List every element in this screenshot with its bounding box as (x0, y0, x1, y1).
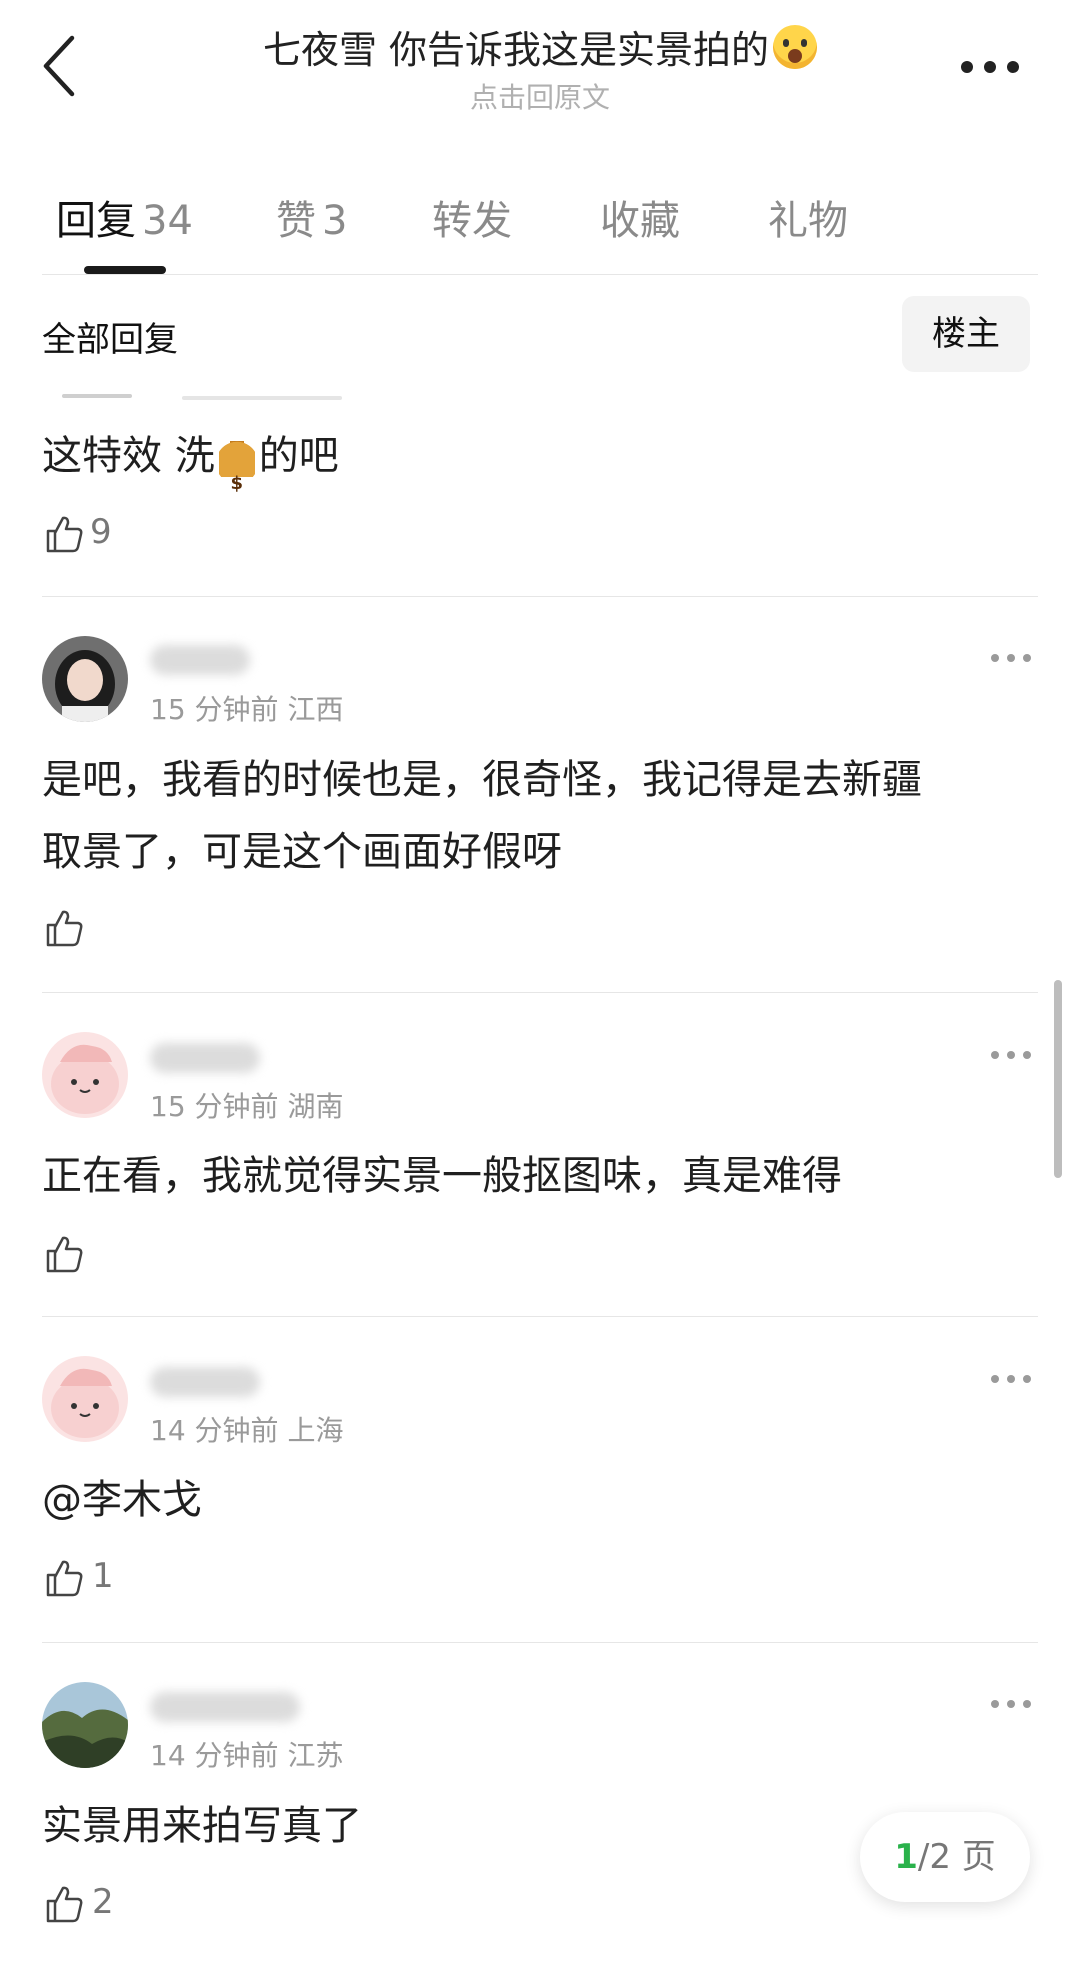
comment-location: 上海 (287, 1414, 344, 1447)
tab-replies-count: 34 (142, 198, 193, 244)
comment-more-icon[interactable] (990, 1050, 1032, 1060)
tab-replies[interactable]: 回复 34 (56, 188, 193, 246)
like-count: 1 (92, 1556, 114, 1596)
screaming-face-emoji-icon (773, 25, 818, 69)
comment-time: 14 分钟前 (150, 1414, 279, 1447)
comment-meta: 14 分钟前 上海 (150, 1409, 343, 1449)
current-page: 1 (894, 1837, 918, 1877)
scrolled-avatar-remnant (62, 394, 342, 400)
comment-divider (42, 596, 1038, 597)
tab-likes-count: 3 (322, 198, 348, 244)
active-tab-indicator (84, 266, 166, 274)
avatar[interactable] (42, 1682, 128, 1768)
scrollbar[interactable] (1054, 980, 1062, 1178)
comment-text-part: 这特效 洗 (42, 433, 215, 479)
page-title-text: 七夜雪 你告诉我这是实景拍的 (262, 28, 770, 72)
tab-reposts[interactable]: 转发 (432, 188, 512, 246)
section-title: 全部回复 (42, 320, 178, 360)
comment-location: 江西 (287, 693, 344, 726)
comment-text-part: 的吧 (258, 433, 339, 479)
thumbs-up-icon[interactable] (44, 514, 84, 554)
username-blurred[interactable] (150, 645, 250, 675)
avatar[interactable] (42, 636, 128, 722)
comment-text-line: 是吧，我看的时候也是，很奇怪，我记得是去新疆 (42, 757, 922, 803)
tab-favorites[interactable]: 收藏 (600, 188, 680, 246)
comment-more-icon[interactable] (990, 1374, 1032, 1384)
username-blurred[interactable] (150, 1692, 300, 1722)
comment-time: 15 分钟前 (150, 693, 279, 726)
comment-meta: 15 分钟前 湖南 (150, 1085, 343, 1125)
thumbs-up-icon[interactable] (44, 1884, 84, 1924)
username-blurred[interactable] (150, 1043, 260, 1073)
comment-location: 湖南 (287, 1090, 344, 1123)
comment-time: 14 分钟前 (150, 1739, 279, 1772)
comment-divider (42, 1642, 1038, 1643)
thumbs-up-icon[interactable] (44, 908, 84, 948)
back-to-original-link[interactable]: 点击回原文 (0, 76, 1080, 116)
tab-likes-label: 赞 (276, 198, 316, 244)
like-count: 9 (90, 512, 112, 552)
comment-more-icon[interactable] (990, 1699, 1032, 1709)
tab-replies-label: 回复 (56, 198, 136, 244)
comment-meta: 15 分钟前 江西 (150, 688, 343, 728)
thumbs-up-icon[interactable] (44, 1558, 84, 1598)
comment-text: 正在看，我就觉得实景一般抠图味，真是难得 (42, 1153, 842, 1199)
comment-location: 江苏 (287, 1739, 344, 1772)
comment-more-icon[interactable] (990, 653, 1032, 663)
comment-text: 是吧，我看的时候也是，很奇怪，我记得是去新疆 取景了，可是这个画面好假呀 (42, 744, 1032, 888)
page-title: 七夜雪 你告诉我这是实景拍的 (0, 24, 1080, 76)
avatar[interactable] (42, 1356, 128, 1442)
tab-likes[interactable]: 赞3 (276, 188, 347, 246)
pagination-button[interactable]: 1/2 页 (860, 1812, 1030, 1902)
comment-text: 这特效 洗的吧 (42, 420, 1032, 520)
money-bag-emoji-icon (218, 433, 255, 520)
comment-text-line: 取景了，可是这个画面好假呀 (42, 829, 562, 875)
op-filter-button[interactable]: 楼主 (902, 296, 1030, 372)
comment-divider (42, 1316, 1038, 1317)
total-pages: /2 页 (917, 1837, 996, 1877)
comment-time: 15 分钟前 (150, 1090, 279, 1123)
like-count: 2 (92, 1882, 114, 1922)
thumbs-up-icon[interactable] (44, 1234, 84, 1274)
avatar[interactable] (42, 1032, 128, 1118)
comment-divider (42, 992, 1038, 993)
username-blurred[interactable] (150, 1367, 260, 1397)
more-options-icon[interactable] (960, 60, 1020, 74)
tabs-divider (42, 274, 1038, 275)
tab-gifts[interactable]: 礼物 (768, 188, 848, 246)
comment-meta: 14 分钟前 江苏 (150, 1734, 343, 1774)
comment-text: @李木戈 (42, 1477, 202, 1523)
